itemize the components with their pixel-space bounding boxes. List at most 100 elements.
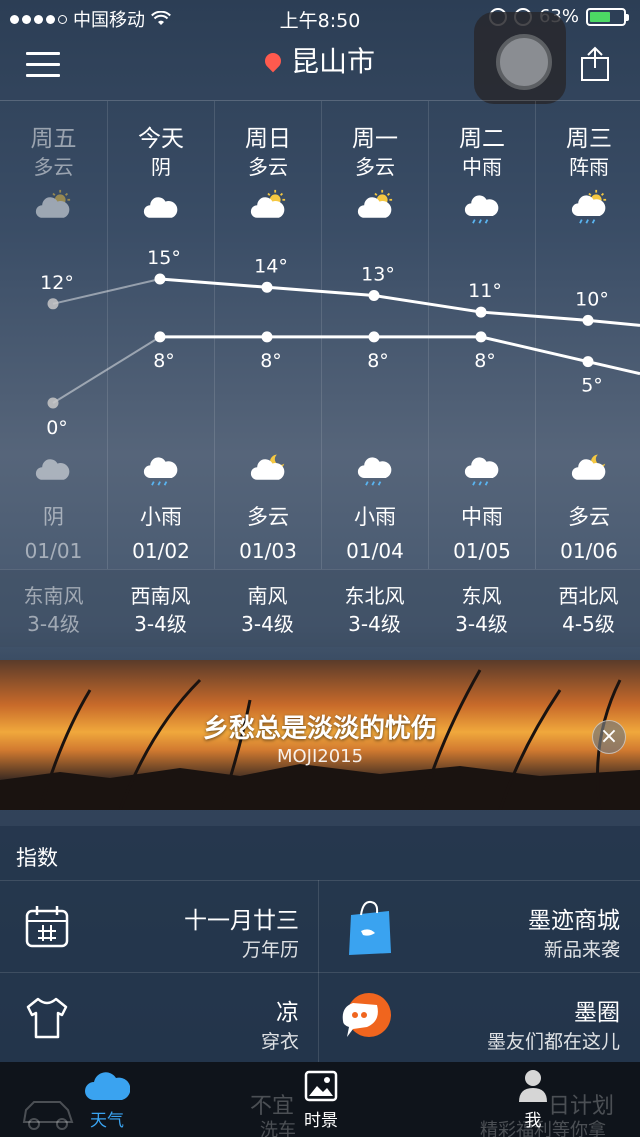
tile-title: 十一月廿三 xyxy=(184,908,299,934)
night-condition: 多云 xyxy=(247,505,289,529)
location-pin-icon xyxy=(261,49,285,73)
tile-title: 墨迹商城 xyxy=(528,908,620,934)
person-icon xyxy=(519,1070,547,1102)
index-title: 指数 xyxy=(16,846,58,870)
moderate-rain-icon xyxy=(464,195,499,224)
day-condition: 阵雨 xyxy=(569,155,609,179)
date-label: 01/01 xyxy=(24,539,83,563)
forecast-day-column[interactable]: 今天阴小雨 01/02 xyxy=(107,101,214,569)
tile-subtitle: 墨友们都在这儿 xyxy=(486,1031,620,1053)
wind-direction: 西南风 xyxy=(130,584,191,608)
partly-cloudy-night-icon xyxy=(250,454,285,480)
share-button[interactable] xyxy=(580,46,610,82)
wind-level: 3-4级 xyxy=(348,612,401,636)
tile-shop[interactable]: 墨迹商城 新品来袭 xyxy=(319,880,640,972)
wind-direction: 东南风 xyxy=(23,584,84,608)
wind-level: 4-5级 xyxy=(562,612,615,636)
light-rain-icon xyxy=(357,457,392,486)
forecast-day-column[interactable]: 周五多云阴 01/01 xyxy=(0,101,107,569)
wind-cell: 东南风 3-4级 xyxy=(0,582,107,638)
banner-close-button[interactable]: × xyxy=(592,720,626,754)
forecast-day-column[interactable]: 周一多云小雨 01/04 xyxy=(321,101,428,569)
day-condition: 多云 xyxy=(355,155,395,179)
index-section: 指数 十一月廿三 万年历 墨迹商城 新品来袭 凉 穿衣 墨圈 墨友们都在这儿 xyxy=(0,826,640,1062)
forecast-day-column[interactable]: 周三阵雨多云 01/06 xyxy=(535,101,640,569)
wind-cell: 西北风 4-5级 xyxy=(535,582,640,638)
wind-cell: 南风 3-4级 xyxy=(214,582,321,638)
tile-subtitle: 穿衣 xyxy=(260,1031,299,1053)
night-condition: 多云 xyxy=(568,505,610,529)
cloudy-icon xyxy=(143,197,178,218)
tile-subtitle: 新品来袭 xyxy=(543,939,620,961)
tile-community[interactable]: 墨圈 墨友们都在这儿 xyxy=(319,972,640,1062)
wind-direction: 西北风 xyxy=(558,584,619,608)
night-condition: 中雨 xyxy=(461,505,503,529)
tab-label: 我 xyxy=(524,1111,542,1131)
tile-title: 墨圈 xyxy=(574,1000,620,1026)
wind-direction: 东北风 xyxy=(344,584,405,608)
day-condition: 多云 xyxy=(33,155,74,179)
date-label: 01/06 xyxy=(560,539,618,563)
day-label: 周日 xyxy=(245,126,291,152)
assistive-touch-button[interactable] xyxy=(474,12,566,104)
day-label: 周五 xyxy=(30,126,77,152)
shirt-icon xyxy=(26,997,68,1039)
wind-direction: 南风 xyxy=(247,584,288,608)
ad-banner[interactable]: 乡愁总是淡淡的忧伤 MOJI2015 xyxy=(0,660,640,810)
cloud-icon xyxy=(85,1072,130,1100)
shower-icon xyxy=(571,189,607,224)
wind-level: 3-4级 xyxy=(455,612,508,636)
date-label: 01/05 xyxy=(453,539,511,563)
partly-cloudy-icon xyxy=(250,189,286,218)
tab-label: 时景 xyxy=(304,1111,338,1131)
night-condition: 阴 xyxy=(43,505,64,529)
day-label: 今天 xyxy=(138,126,184,152)
wind-cell: 西南风 3-4级 xyxy=(107,582,214,638)
date-label: 01/03 xyxy=(239,539,297,563)
forecast-day-column[interactable]: 周日 多云 多云 01/03 xyxy=(214,101,321,569)
tile-subtitle: 万年历 xyxy=(241,939,299,961)
forecast-panel: 周五 多云阴 01/01 今天阴小雨 01/02 周日 多云 多云 01/03 周一 多云 小雨 01/… xyxy=(0,101,640,569)
night-condition: 小雨 xyxy=(140,505,182,529)
photo-icon xyxy=(304,1070,338,1102)
tile-divider xyxy=(318,880,319,1062)
partly-cloudy-icon xyxy=(35,189,71,218)
tab-me[interactable]: 我 xyxy=(496,1062,570,1137)
cloudy-icon xyxy=(35,459,70,480)
wind-direction: 东风 xyxy=(461,584,502,608)
moderate-rain-icon xyxy=(464,457,499,486)
tab-weather[interactable]: 天气 xyxy=(70,1062,144,1137)
banner-title: 乡愁总是淡淡的忧伤 xyxy=(202,714,437,744)
partly-cloudy-icon xyxy=(357,189,393,218)
date-label: 01/02 xyxy=(132,539,190,563)
day-condition: 阴 xyxy=(151,155,171,179)
wind-level: 3-4级 xyxy=(27,612,80,636)
day-condition: 多云 xyxy=(248,155,288,179)
day-condition: 中雨 xyxy=(462,155,502,179)
wind-level: 3-4级 xyxy=(241,612,294,636)
wind-level: 3-4级 xyxy=(134,612,187,636)
forecast-day-column[interactable]: 周二 中雨 中雨 01/05 xyxy=(428,101,535,569)
wind-row: 东南风 3-4级 西南风 3-4级 南风 3-4级 东北风 3-4级 东风 3-4级 西北风 4-5级 xyxy=(0,569,640,647)
day-label: 周一 xyxy=(352,126,398,152)
banner-subtitle: MOJI2015 xyxy=(276,746,364,767)
shopping-bag-icon xyxy=(349,900,391,955)
tab-scenery[interactable]: 时景 xyxy=(284,1062,358,1137)
day-label: 周二 xyxy=(459,126,505,152)
calendar-icon xyxy=(25,906,69,948)
light-rain-icon xyxy=(143,457,178,486)
tile-clothing[interactable]: 凉 穿衣 xyxy=(0,972,319,1062)
date-label: 01/04 xyxy=(346,539,404,563)
day-label: 周三 xyxy=(566,126,612,152)
partly-cloudy-night-icon xyxy=(571,454,606,480)
car-icon xyxy=(22,1101,74,1130)
city-name: 昆山市 xyxy=(290,45,375,78)
battery-fill xyxy=(590,11,611,22)
tab-label: 天气 xyxy=(90,1111,124,1131)
wind-cell: 东风 3-4级 xyxy=(428,582,535,638)
tab-bar: 不宜 洗车 日计划 精彩福利等你拿 天气 时景 我 xyxy=(0,1062,640,1137)
chat-bubble-icon xyxy=(342,993,391,1037)
tile-title: 凉 xyxy=(276,1000,299,1026)
night-condition: 小雨 xyxy=(354,505,396,529)
tile-calendar[interactable]: 十一月廿三 万年历 xyxy=(0,880,319,972)
